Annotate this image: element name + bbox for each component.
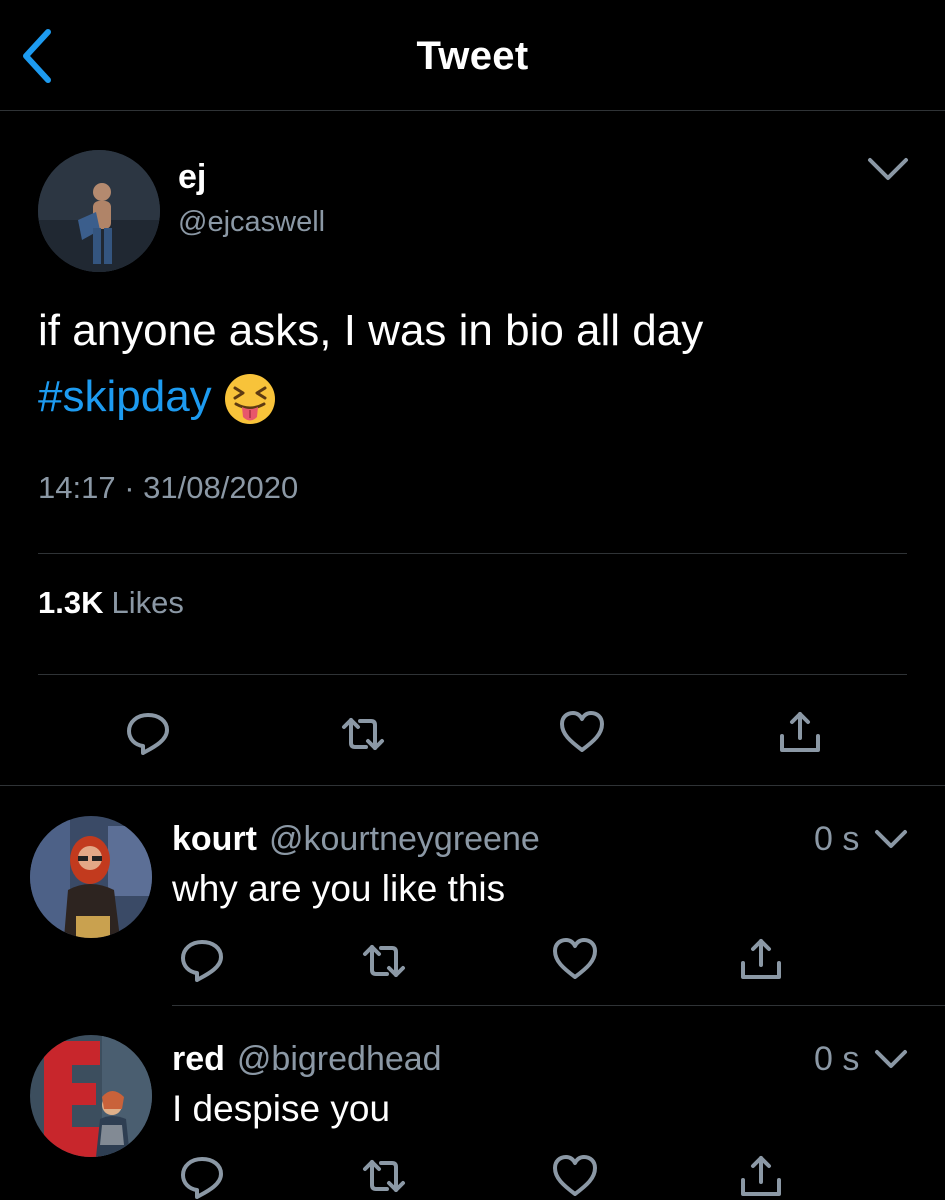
reply-button[interactable] <box>178 1152 226 1200</box>
retweet-icon <box>363 945 405 977</box>
reply-icon <box>181 940 223 982</box>
retweet-button[interactable] <box>360 937 408 985</box>
reply-icon <box>181 1157 223 1199</box>
reply-author-name[interactable]: red <box>172 1040 225 1078</box>
reply-more-button[interactable] <box>874 1046 908 1074</box>
reply-more-button[interactable] <box>874 826 908 854</box>
author-name[interactable]: ej <box>178 158 206 197</box>
reply-avatar[interactable] <box>30 1035 152 1157</box>
retweet-icon <box>363 1160 405 1192</box>
reply-icon <box>127 713 169 755</box>
likes-count: 1.3K <box>38 585 104 620</box>
heart-icon <box>553 938 597 979</box>
avatar-figure <box>38 150 160 272</box>
share-icon <box>780 712 820 752</box>
reply-author-handle[interactable]: @bigredhead <box>237 1040 442 1078</box>
share-button[interactable] <box>737 935 785 983</box>
divider <box>38 674 907 675</box>
reply-text: why are you like this <box>172 868 506 909</box>
retweet-button[interactable] <box>339 710 387 758</box>
like-button[interactable] <box>551 1152 599 1200</box>
more-options-button[interactable] <box>866 152 910 186</box>
heart-icon <box>560 711 604 752</box>
divider <box>0 785 945 786</box>
reply-header: red @bigredhead <box>172 1040 442 1079</box>
divider <box>38 553 907 554</box>
share-button[interactable] <box>737 1152 785 1200</box>
tweet-text-line: if anyone asks, I was in bio all day <box>38 306 704 355</box>
reply-button[interactable] <box>178 935 226 983</box>
chevron-down-icon <box>868 158 908 180</box>
divider <box>172 1005 945 1006</box>
retweet-icon <box>342 718 384 750</box>
share-icon <box>741 939 781 979</box>
share-button[interactable] <box>776 708 824 756</box>
likes-label: Likes <box>111 585 184 620</box>
tweet-text: if anyone asks, I was in bio all day #sk… <box>38 298 918 430</box>
like-button[interactable] <box>558 708 606 756</box>
chevron-down-icon <box>875 1050 907 1068</box>
chevron-down-icon <box>875 830 907 848</box>
tweet-text-line-2: #skipday <box>38 364 918 430</box>
author-handle[interactable]: @ejcaswell <box>178 206 325 239</box>
reply-author-handle[interactable]: @kourtneygreene <box>269 820 540 858</box>
avatar-figure <box>30 1035 152 1157</box>
retweet-button[interactable] <box>360 1152 408 1200</box>
reply-avatar[interactable] <box>30 816 152 938</box>
squinting-tongue-emoji-icon <box>222 371 278 427</box>
like-button[interactable] <box>551 935 599 983</box>
reply-time: 0 s <box>814 820 860 858</box>
avatar-figure <box>30 816 152 938</box>
reply-author-name[interactable]: kourt <box>172 820 257 858</box>
reply-text: I despise you <box>172 1088 391 1129</box>
tweet-timestamp: 14:17 · 31/08/2020 <box>38 470 299 505</box>
share-icon <box>741 1156 781 1196</box>
page-title: Tweet <box>416 34 529 78</box>
reply-header: kourt @kourtneygreene <box>172 820 540 859</box>
likes-row[interactable]: 1.3K Likes <box>38 585 184 621</box>
heart-icon <box>553 1155 597 1196</box>
header-divider <box>0 110 945 111</box>
author-avatar[interactable] <box>38 150 160 272</box>
reply-button[interactable] <box>124 708 172 756</box>
hashtag-link[interactable]: #skipday <box>38 372 212 421</box>
reply-time: 0 s <box>814 1040 860 1078</box>
